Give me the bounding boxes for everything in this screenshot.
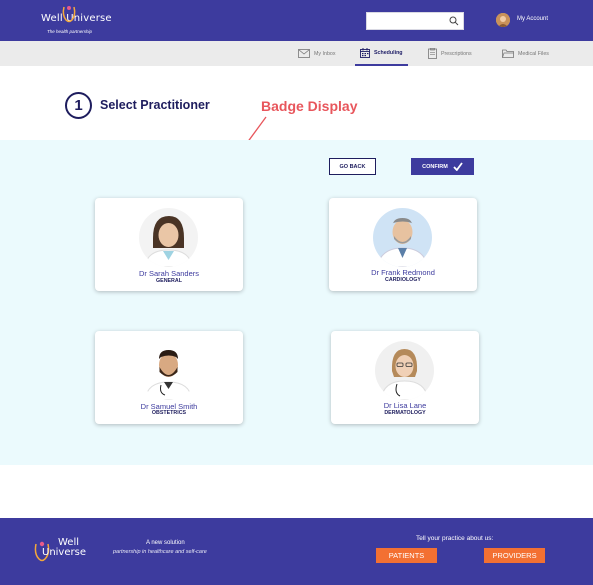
- doctor-portrait-icon: [139, 208, 198, 267]
- practitioner-card[interactable]: Dr Frank Redmond CARDIOLOGY: [329, 198, 477, 291]
- my-account-link[interactable]: My Account: [517, 16, 548, 22]
- nav-label: Medical Files: [518, 50, 549, 57]
- top-header: Well Universe The health partnership My …: [0, 0, 593, 41]
- clipboard-icon: [428, 48, 437, 59]
- avatar-image: [496, 13, 510, 27]
- mail-icon: [298, 49, 310, 58]
- annotation-label: Badge Display: [261, 98, 358, 114]
- nav-label: My Inbox: [314, 50, 336, 57]
- practitioner-specialty-badge: CARDIOLOGY: [385, 277, 421, 283]
- providers-button[interactable]: PROVIDERS: [484, 548, 545, 563]
- practitioner-photo: [373, 208, 432, 267]
- practitioner-name: Dr Sarah Sanders: [138, 269, 200, 278]
- doctor-portrait-icon: [373, 208, 432, 267]
- practitioner-specialty-badge: GENERAL: [156, 278, 182, 284]
- practitioner-card[interactable]: Dr Samuel Smith OBSTETRICS: [95, 331, 243, 424]
- practitioner-card[interactable]: Dr Lisa Lane DERMATOLOGY: [331, 331, 479, 424]
- practitioner-card[interactable]: Dr Sarah Sanders GENERAL: [95, 198, 243, 291]
- patients-label: PATIENTS: [388, 551, 425, 560]
- practitioner-specialty-badge: DERMATOLOGY: [384, 410, 426, 416]
- calendar-icon: [360, 47, 370, 58]
- practitioner-name: Dr Lisa Lane: [383, 401, 427, 410]
- search-input[interactable]: [366, 12, 464, 30]
- logo-mark-icon: [62, 6, 76, 23]
- nav-item-prescriptions[interactable]: Prescriptions: [428, 41, 472, 66]
- footer-logo-universe: Universe: [42, 547, 86, 558]
- brand-logo[interactable]: Well Universe The health partnership: [41, 6, 112, 34]
- practitioner-photo: [139, 208, 198, 267]
- doctor-portrait-icon: [139, 341, 198, 400]
- page-title: Select Practitioner: [100, 98, 210, 112]
- nav-label: Scheduling: [374, 49, 403, 56]
- nav-label: Prescriptions: [441, 50, 472, 57]
- step-number: 1: [65, 92, 92, 119]
- nav-item-medical-files[interactable]: Medical Files: [502, 41, 549, 66]
- practitioner-photo: [375, 341, 434, 400]
- folder-icon: [502, 49, 514, 58]
- confirm-button[interactable]: CONFIRM: [411, 158, 474, 175]
- patients-button[interactable]: PATIENTS: [376, 548, 437, 563]
- brand-tagline: The health partnership: [47, 29, 93, 34]
- search-icon[interactable]: [449, 16, 459, 26]
- practitioner-photo: [139, 341, 198, 400]
- footer-solution-subtitle: partnership in healthcare and self-care: [113, 549, 207, 555]
- practitioner-specialty-badge: OBSTETRICS: [151, 410, 187, 416]
- go-back-button[interactable]: GO BACK: [329, 158, 376, 175]
- practitioner-panel: [0, 140, 593, 465]
- providers-label: PROVIDERS: [492, 551, 537, 560]
- doctor-portrait-icon: [375, 341, 434, 400]
- nav-item-scheduling[interactable]: Scheduling: [355, 41, 408, 66]
- footer-tell-text: Tell your practice about us:: [416, 535, 494, 542]
- practitioner-name: Dr Frank Redmond: [371, 268, 435, 277]
- confirm-label: CONFIRM: [422, 163, 448, 170]
- checkmark-icon: [453, 162, 463, 171]
- main-nav: My Inbox Scheduling Prescriptions Medica…: [0, 41, 593, 66]
- account-avatar[interactable]: [496, 13, 510, 27]
- go-back-label: GO BACK: [339, 163, 366, 170]
- nav-item-inbox[interactable]: My Inbox: [298, 41, 336, 66]
- footer-solution-heading: A new solution: [146, 540, 185, 546]
